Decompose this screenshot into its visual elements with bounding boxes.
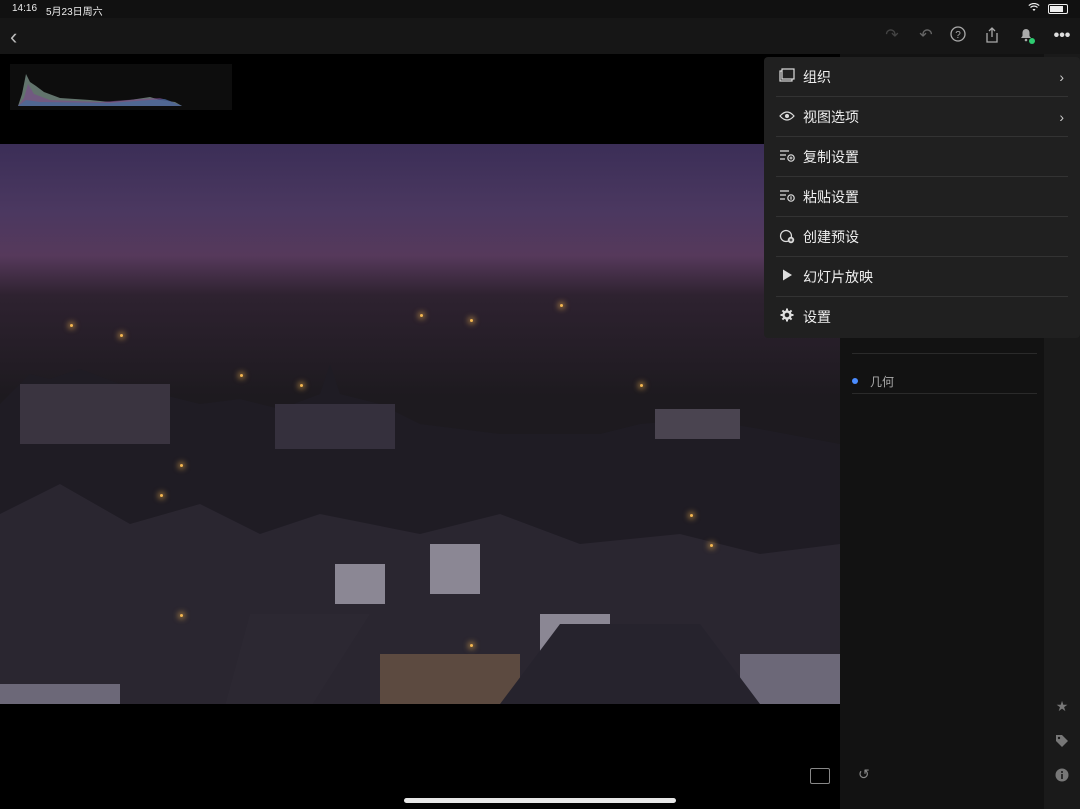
histogram <box>10 64 232 110</box>
back-chevron-icon[interactable]: ‹ <box>10 24 17 50</box>
photo-canvas[interactable] <box>0 54 840 809</box>
create-preset-icon <box>778 228 796 246</box>
slideshow-icon <box>778 268 796 286</box>
menu-item-paste-settings[interactable]: 粘贴设置 <box>764 177 1080 216</box>
system-indicators <box>1028 2 1068 15</box>
notification-badge <box>1029 38 1035 44</box>
share-icon[interactable] <box>982 26 1002 46</box>
help-icon[interactable]: ? <box>948 26 968 46</box>
geometry-indicator-icon <box>852 378 858 384</box>
menu-item-organize[interactable]: 组织 › <box>764 57 1080 96</box>
home-indicator[interactable] <box>404 798 676 803</box>
more-options-menu: 组织 › 视图选项 › 复制设置 粘贴设置 创建预设 幻灯片放映 设置 <box>764 57 1080 338</box>
status-time: 14:16 <box>12 3 38 14</box>
menu-item-copy-settings[interactable]: 复制设置 <box>764 137 1080 176</box>
compare-view-icon[interactable] <box>810 768 830 784</box>
menu-item-create-preset[interactable]: 创建预设 <box>764 217 1080 256</box>
notification-icon[interactable] <box>1016 26 1036 46</box>
organize-icon <box>778 67 796 86</box>
copy-settings-icon <box>778 148 796 166</box>
wifi-icon <box>1028 2 1040 15</box>
paste-settings-icon <box>778 188 796 206</box>
star-icon[interactable]: ★ <box>1054 698 1070 714</box>
svg-text:?: ? <box>955 30 961 41</box>
undo-icon[interactable]: ↶ <box>916 26 936 46</box>
menu-item-slideshow[interactable]: 幻灯片放映 <box>764 257 1080 296</box>
panel-divider <box>852 393 1037 394</box>
menu-item-settings[interactable]: 设置 <box>764 297 1080 336</box>
edited-photo <box>0 144 840 704</box>
chevron-right-icon: › <box>1059 68 1064 85</box>
tag-icon[interactable] <box>1054 734 1070 750</box>
status-date: 5月23日周六 <box>46 7 103 18</box>
panel-item-label: 几何 <box>870 374 895 389</box>
status-bar: 14:16 5月23日周六 <box>0 0 1080 18</box>
settings-icon <box>778 308 796 326</box>
redo-icon[interactable]: ↷ <box>882 26 902 46</box>
chevron-right-icon: › <box>1059 108 1064 125</box>
menu-item-view-options[interactable]: 视图选项 › <box>764 97 1080 136</box>
reset-icon[interactable]: ↺ <box>858 766 870 783</box>
more-icon[interactable]: ••• <box>1052 26 1072 46</box>
battery-icon <box>1048 4 1068 14</box>
top-toolbar: ‹ ↷ ↶ ? ••• <box>0 18 1080 54</box>
view-options-icon <box>778 108 796 126</box>
info-icon[interactable] <box>1054 768 1070 784</box>
panel-item-geometry[interactable]: 几何 <box>852 369 1037 393</box>
panel-divider <box>852 353 1037 354</box>
